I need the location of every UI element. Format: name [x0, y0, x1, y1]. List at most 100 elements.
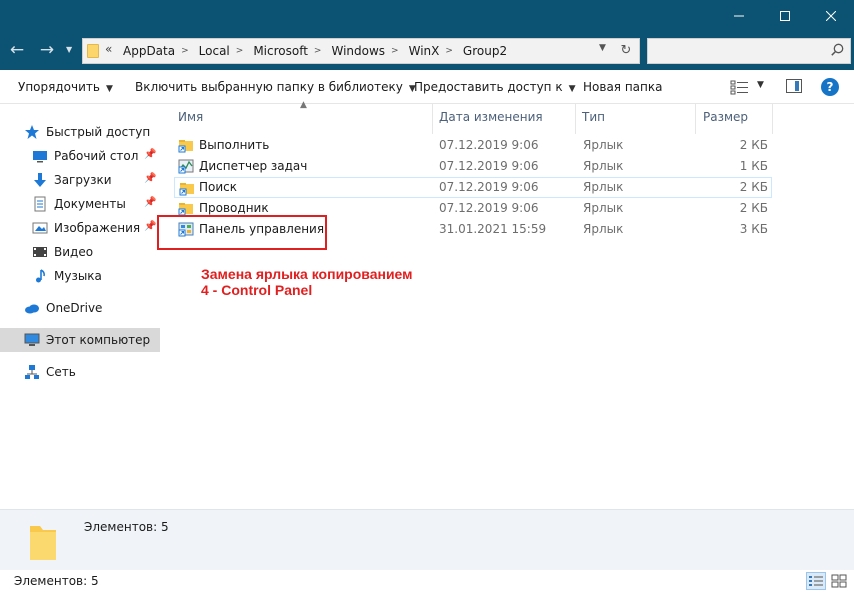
- sidebar-item-label: Изображения: [54, 221, 141, 235]
- navigation-pane: Быстрый доступ Рабочий стол 📌 Загрузки 📌…: [0, 104, 164, 509]
- documents-icon: [34, 196, 46, 212]
- breadcrumb-microsoft[interactable]: Microsoft: [253, 44, 308, 58]
- chevron-down-icon: ▼: [66, 45, 73, 54]
- sidebar-item-network[interactable]: Сеть: [24, 360, 164, 384]
- breadcrumb-local[interactable]: Local: [199, 44, 230, 58]
- column-divider[interactable]: [695, 104, 696, 134]
- table-row[interactable]: Выполнить 07.12.2019 9:06 Ярлык 2 КБ: [174, 135, 772, 156]
- details-item-count: Элементов: 5: [84, 520, 169, 534]
- view-options-dropdown[interactable]: ▼: [757, 80, 764, 90]
- file-date: 31.01.2021 15:59: [439, 222, 547, 236]
- pin-icon[interactable]: 📌: [144, 149, 156, 160]
- column-header-size[interactable]: Размер: [703, 110, 748, 132]
- chevron-right-icon[interactable]: >: [445, 46, 453, 56]
- back-button[interactable]: ←: [6, 39, 28, 61]
- breadcrumb-windows[interactable]: Windows: [331, 44, 385, 58]
- sidebar-item-label: Сеть: [46, 365, 76, 379]
- pin-icon[interactable]: 📌: [144, 173, 156, 184]
- breadcrumb-group2[interactable]: Group2: [463, 44, 507, 58]
- video-icon: [33, 247, 47, 257]
- sidebar-item-label: Загрузки: [54, 173, 112, 187]
- details-view-toggle[interactable]: [806, 572, 826, 590]
- sidebar-item-desktop[interactable]: Рабочий стол 📌: [32, 144, 164, 168]
- pictures-icon: [32, 222, 48, 234]
- chevron-down-icon: ▼: [105, 84, 113, 94]
- organize-button[interactable]: Упорядочить ▼: [18, 80, 113, 94]
- file-size: 2 КБ: [739, 180, 768, 194]
- desktop-icon: [33, 151, 47, 163]
- file-type: Ярлык: [583, 138, 624, 152]
- file-list: ▲ Имя Дата изменения Тип Размер Выполнит…: [164, 100, 854, 509]
- details-view-icon: [730, 80, 748, 95]
- address-bar[interactable]: « AppData > Local > Microsoft > Windows …: [82, 38, 640, 64]
- sidebar-item-downloads[interactable]: Загрузки 📌: [32, 168, 164, 192]
- help-button[interactable]: ?: [821, 78, 839, 96]
- sidebar-item-label: Видео: [54, 245, 94, 259]
- preview-pane-button[interactable]: [786, 79, 802, 93]
- column-divider[interactable]: [432, 104, 433, 134]
- file-size: 3 КБ: [739, 222, 768, 236]
- sidebar-item-label: OneDrive: [46, 301, 103, 315]
- sidebar-item-documents[interactable]: Документы 📌: [32, 192, 164, 216]
- command-bar: Упорядочить ▼ Включить выбранную папку в …: [0, 70, 854, 104]
- file-size: 1 КБ: [739, 159, 768, 173]
- navigation-bar: ← → ▼ « AppData > Local > Microsoft > Wi…: [0, 32, 854, 70]
- annotation-line-2: 4 - Control Panel: [201, 282, 313, 298]
- column-divider[interactable]: [575, 104, 576, 134]
- double-chevron-left-icon[interactable]: «: [105, 42, 112, 56]
- recent-locations-button[interactable]: ▼: [66, 40, 72, 60]
- sidebar-item-label: Рабочий стол: [54, 149, 139, 163]
- chevron-right-icon[interactable]: >: [314, 46, 322, 56]
- sidebar-item-pictures[interactable]: Изображения 📌: [32, 216, 164, 240]
- forward-button[interactable]: →: [36, 39, 58, 61]
- include-in-library-button[interactable]: Включить выбранную папку в библиотеку ▼: [135, 80, 416, 94]
- folder-icon: [30, 526, 56, 560]
- sidebar-item-videos[interactable]: Видео: [32, 240, 164, 264]
- minimize-button[interactable]: [716, 0, 762, 32]
- table-row[interactable]: Диспетчер задач 07.12.2019 9:06 Ярлык 1 …: [174, 156, 772, 177]
- new-folder-button[interactable]: Новая папка: [583, 80, 662, 94]
- file-date: 07.12.2019 9:06: [439, 180, 539, 194]
- change-view-button[interactable]: [730, 79, 750, 95]
- annotation-line-1: Замена ярлыка копированием: [201, 266, 413, 282]
- sidebar-item-onedrive[interactable]: OneDrive: [24, 296, 164, 320]
- new-folder-label: Новая папка: [583, 80, 663, 94]
- sidebar-item-label: Быстрый доступ: [46, 125, 151, 139]
- chevron-right-icon[interactable]: >: [236, 46, 244, 56]
- maximize-icon: [780, 11, 790, 21]
- column-header-date[interactable]: Дата изменения: [439, 110, 543, 132]
- close-button[interactable]: [808, 0, 854, 32]
- folder-shortcut-icon: [178, 140, 193, 153]
- pin-icon[interactable]: 📌: [144, 221, 156, 232]
- breadcrumb-winx[interactable]: WinX: [409, 44, 440, 58]
- network-icon: [25, 365, 39, 379]
- share-button[interactable]: Предоставить доступ к ▼: [414, 80, 576, 94]
- sidebar-item-this-pc[interactable]: Этот компьютер: [0, 328, 160, 352]
- search-input[interactable]: [647, 38, 851, 64]
- minimize-icon: [734, 15, 744, 17]
- close-icon: [826, 11, 836, 21]
- maximize-button[interactable]: [762, 0, 808, 32]
- arrow-left-icon: ←: [9, 40, 25, 60]
- download-icon: [34, 173, 46, 187]
- column-header-type[interactable]: Тип: [582, 110, 605, 132]
- file-type: Ярлык: [583, 201, 624, 215]
- table-row[interactable]: Поиск 07.12.2019 9:06 Ярлык 2 КБ: [174, 177, 772, 198]
- sidebar-item-music[interactable]: Музыка: [32, 264, 164, 288]
- details-view-icon: [809, 576, 823, 586]
- chevron-right-icon[interactable]: >: [181, 46, 189, 56]
- sidebar-item-quick-access[interactable]: Быстрый доступ: [24, 120, 164, 144]
- folder-shortcut-icon: [179, 183, 194, 196]
- chevron-right-icon[interactable]: >: [391, 46, 399, 56]
- breadcrumb-appdata[interactable]: AppData: [123, 44, 175, 58]
- column-header-name[interactable]: Имя: [178, 110, 203, 132]
- pin-icon[interactable]: 📌: [144, 197, 156, 208]
- refresh-button[interactable]: ↻: [615, 40, 637, 62]
- sidebar-item-label: Этот компьютер: [46, 333, 151, 347]
- large-icons-view-toggle[interactable]: [829, 572, 849, 590]
- column-divider[interactable]: [772, 104, 773, 134]
- details-pane: Элементов: 5: [0, 509, 854, 570]
- status-bar: Элементов: 5: [0, 570, 854, 593]
- address-history-button[interactable]: ▼: [599, 43, 606, 53]
- annotation-highlight-box: [157, 215, 327, 250]
